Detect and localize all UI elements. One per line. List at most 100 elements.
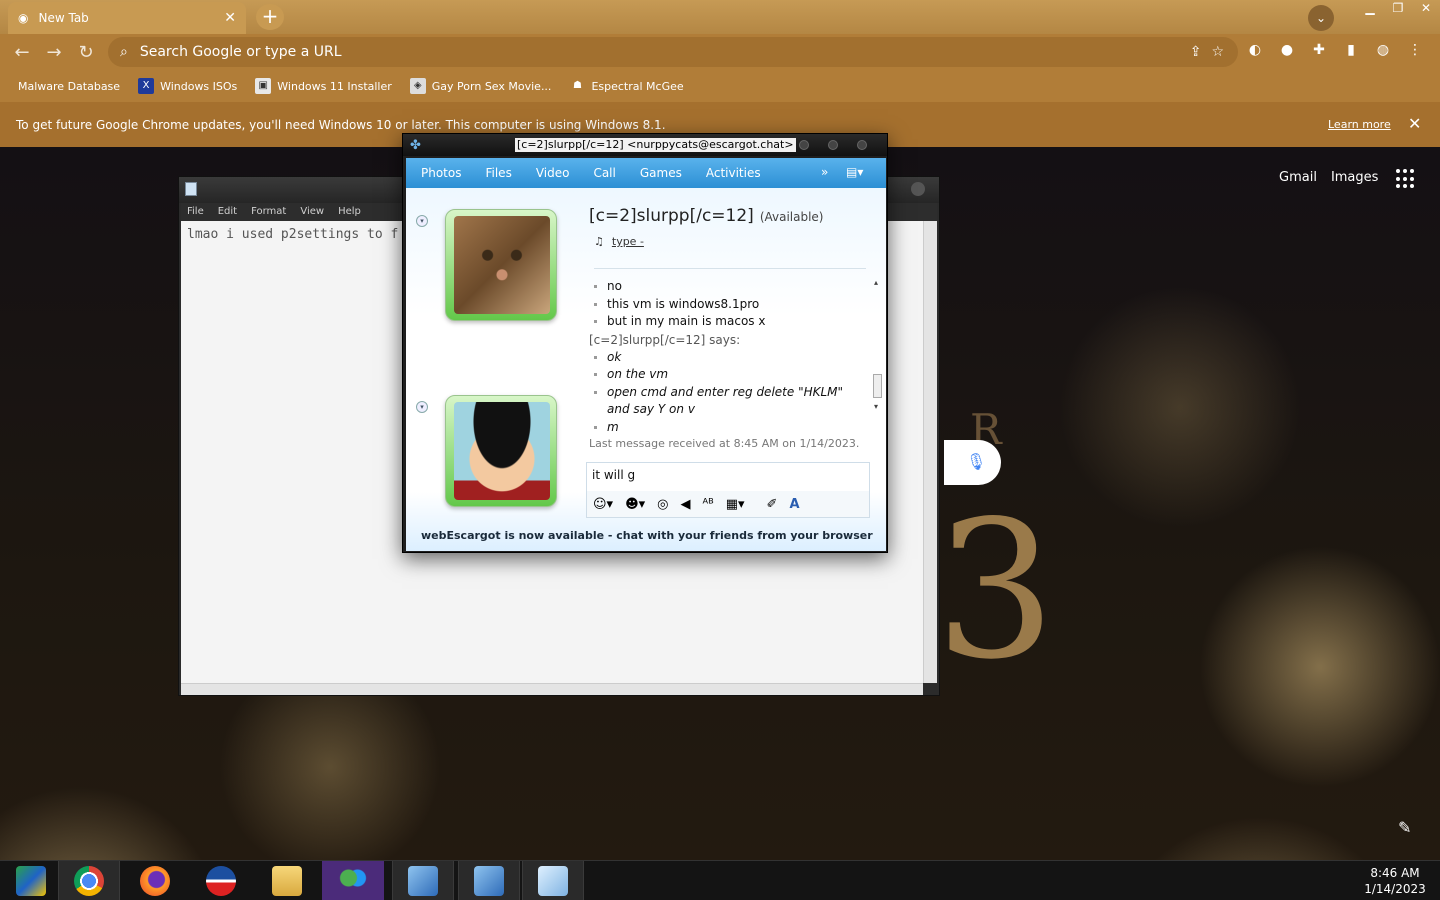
side-panel-icon[interactable]: ▮: [1341, 40, 1361, 60]
voice-clip-icon[interactable]: ◀: [681, 497, 691, 512]
bookmark-malware-database[interactable]: Malware Database: [18, 80, 120, 93]
chat-window-title: [c=2]slurpp[/c=12] <nurppycats@escargot.…: [515, 138, 796, 152]
taskbar-remote-desktop-1[interactable]: [392, 861, 454, 900]
contact-avatar: [445, 209, 557, 321]
taskbar-file-explorer[interactable]: [256, 861, 318, 900]
store-icon: [16, 866, 46, 896]
bookmark-movie-site[interactable]: ◈ Gay Porn Sex Movie...: [409, 78, 551, 94]
handwriting-icon[interactable]: ✐: [767, 497, 778, 512]
close-tab-icon[interactable]: ✕: [224, 10, 236, 26]
extension-flag-icon[interactable]: ◐: [1245, 40, 1265, 60]
message-line: ok: [589, 349, 864, 367]
menu-video[interactable]: Video: [536, 166, 570, 180]
chat-minimize-button[interactable]: [799, 140, 809, 150]
cartoon-boy-avatar: [454, 402, 550, 500]
maximize-button[interactable]: ❐: [1384, 0, 1412, 18]
promo-footer[interactable]: webEscargot is now available - chat with…: [421, 529, 873, 542]
minimize-button[interactable]: ▁: [1356, 0, 1384, 18]
menu-files[interactable]: Files: [485, 166, 511, 180]
chat-titlebar[interactable]: ✤ [c=2]slurpp[/c=12] <nurppycats@escargo…: [403, 134, 887, 156]
forward-button[interactable]: →: [38, 42, 70, 63]
menu-games[interactable]: Games: [640, 166, 682, 180]
bookmark-windows-11-installer[interactable]: ▣ Windows 11 Installer: [255, 78, 392, 94]
bookmark-star-icon[interactable]: ☆: [1211, 44, 1224, 60]
profile-avatar-icon[interactable]: ◍: [1373, 40, 1393, 60]
emoticon-icon[interactable]: ☺▾: [593, 497, 613, 512]
new-tab-button[interactable]: +: [256, 4, 284, 30]
taskbar-firefox[interactable]: [124, 861, 186, 900]
menu-kebab-icon[interactable]: ⋮: [1405, 40, 1425, 60]
menu-activities[interactable]: Activities: [706, 166, 761, 180]
text-format-icon[interactable]: A: [789, 497, 799, 512]
back-button[interactable]: ←: [6, 42, 38, 63]
share-icon[interactable]: ⇪: [1190, 44, 1202, 60]
collapse-contact-pic-button[interactable]: ▾: [416, 215, 428, 227]
vertical-scrollbar[interactable]: [923, 221, 937, 683]
menu-call[interactable]: Call: [593, 166, 615, 180]
omnibox[interactable]: ⌕ Search Google or type a URL ⇪ ☆: [108, 37, 1238, 67]
options-dropdown-icon[interactable]: ▤▾: [846, 165, 863, 179]
system-clock[interactable]: 8:46 AM 1/14/2023: [1355, 865, 1435, 897]
windows-taskbar: 8:46 AM 1/14/2023: [0, 860, 1440, 900]
image-icon: ▣: [255, 78, 272, 94]
clock-time: 8:46 AM: [1370, 866, 1420, 880]
more-menu-button[interactable]: »: [821, 165, 828, 179]
font-style-icon[interactable]: ᴬᴮ: [703, 497, 714, 512]
close-infobar-icon[interactable]: ✕: [1408, 114, 1421, 133]
voice-search-button[interactable]: 🎙: [944, 440, 1001, 485]
taskbar-notepad[interactable]: [522, 861, 584, 900]
round-logo-icon: [206, 866, 236, 896]
taskbar-messenger[interactable]: [322, 861, 384, 900]
clock-date: 1/14/2023: [1364, 882, 1426, 896]
menu-help[interactable]: Help: [338, 203, 361, 221]
message-line: open cmd and enter reg delete "HKLM" and…: [589, 384, 864, 419]
bookmark-windows-isos[interactable]: X Windows ISOs: [138, 78, 237, 94]
collapse-own-pic-button[interactable]: ▾: [416, 401, 428, 413]
menu-file[interactable]: File: [187, 203, 204, 221]
taskbar-app-circle[interactable]: [190, 861, 252, 900]
x-logo-icon: X: [138, 78, 155, 94]
taskbar-remote-desktop-2[interactable]: [458, 861, 520, 900]
messenger-buddies-icon: [338, 866, 368, 896]
bookmarks-bar: Malware Database X Windows ISOs ▣ Window…: [0, 70, 1440, 102]
images-link[interactable]: Images: [1331, 170, 1379, 185]
learn-more-link[interactable]: Learn more: [1328, 118, 1391, 131]
menu-edit[interactable]: Edit: [218, 203, 237, 221]
firefox-icon: [140, 866, 170, 896]
tab-strip: ◉ New Tab ✕ + ⌄ ▁ ❐ ✕: [0, 0, 1440, 34]
compose-input[interactable]: it will g: [592, 468, 635, 482]
scroll-thumb[interactable]: [873, 374, 882, 398]
taskbar-start-store[interactable]: [0, 861, 62, 900]
chat-maximize-button[interactable]: [828, 140, 838, 150]
gmail-link[interactable]: Gmail: [1279, 170, 1317, 185]
tab-new-tab[interactable]: ◉ New Tab ✕: [8, 2, 246, 34]
extensions-puzzle-icon[interactable]: ✚: [1309, 40, 1329, 60]
message-compose-box[interactable]: it will g ☺▾ ☻▾ ◎ ◀ ᴬᴮ ▦▾ ✐ A: [586, 462, 870, 518]
browser-toolbar: ← → ↻ ⌕ Search Google or type a URL ⇪ ☆ …: [0, 34, 1440, 70]
close-window-button[interactable]: ✕: [1412, 0, 1440, 18]
bookmark-espectral-mcgee[interactable]: ☗ Espectral McGee: [569, 78, 684, 94]
tab-search-button[interactable]: ⌄: [1308, 5, 1334, 31]
google-apps-icon[interactable]: [1396, 169, 1416, 189]
horizontal-scrollbar[interactable]: [181, 683, 923, 695]
menu-photos[interactable]: Photos: [421, 166, 461, 180]
message-line: but in my main is macos x: [589, 313, 864, 331]
own-avatar: [445, 395, 557, 507]
menu-format[interactable]: Format: [251, 203, 286, 221]
scroll-down-arrow-icon[interactable]: ▾: [874, 402, 878, 411]
nudge-icon[interactable]: ◎: [657, 497, 668, 512]
background-icon[interactable]: ▦▾: [726, 497, 745, 512]
ntp-header-links: Gmail Images: [1279, 170, 1378, 185]
scroll-up-arrow-icon[interactable]: ▴: [874, 278, 878, 287]
menu-view[interactable]: View: [300, 203, 324, 221]
extension-avatar-icon[interactable]: ●: [1277, 40, 1297, 60]
psm-text[interactable]: type -: [612, 235, 644, 248]
wink-icon[interactable]: ☻▾: [625, 497, 645, 512]
customize-pencil-icon[interactable]: ✎: [1398, 818, 1411, 837]
history-scrollbar[interactable]: ▴ ▾: [871, 278, 883, 438]
taskbar-chrome[interactable]: [58, 861, 120, 900]
chat-close-button[interactable]: [857, 140, 867, 150]
bookmark-label: Windows ISOs: [160, 79, 238, 93]
notepad-close-button[interactable]: [911, 182, 925, 196]
reload-button[interactable]: ↻: [70, 42, 102, 63]
